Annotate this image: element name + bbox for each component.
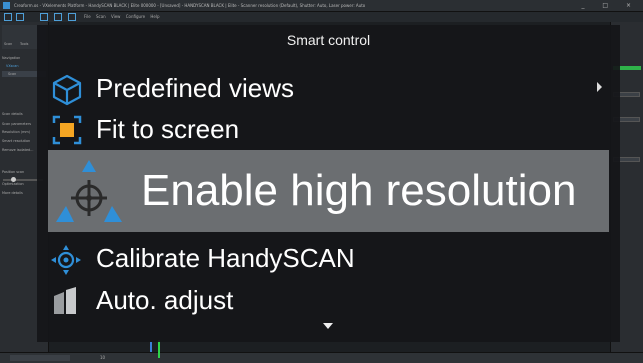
open-icon[interactable] <box>40 13 48 21</box>
navigation-label: Navigation <box>2 56 21 60</box>
window-title: Creaform.os - VXelements Platform - Hand… <box>14 3 366 8</box>
app-logo-icon <box>3 2 10 9</box>
scan-details-label: Scan details <box>2 112 23 116</box>
optimization-label: Optimization <box>2 182 24 186</box>
calibrate-icon <box>51 245 81 275</box>
predefined-views-label: Predefined views <box>96 73 294 103</box>
axis-y <box>158 340 160 358</box>
crosshair-triangle-icon <box>56 160 122 222</box>
scroll-down-icon[interactable] <box>323 323 333 329</box>
window-titlebar: Creaform.os - VXelements Platform - Hand… <box>0 0 643 12</box>
param-remove-isolated: Remove isolated... <box>2 148 34 152</box>
auto-adjust-item[interactable]: Auto. adjust <box>37 283 620 319</box>
tree-item-label: Scan <box>8 72 17 76</box>
status-field <box>10 355 70 361</box>
menu-bar[interactable]: File Scan View Configure Help <box>84 12 160 22</box>
export-icon[interactable] <box>68 13 76 21</box>
fit-to-screen-icon <box>52 115 82 145</box>
scan-parameters-label: Scan parameters <box>2 122 31 126</box>
tools-tab[interactable]: Tools <box>20 42 28 46</box>
smart-control-panel: Smart control Predefined views Fit to sc… <box>37 25 620 342</box>
fit-to-screen-label: Fit to screen <box>96 114 240 144</box>
param-resolution: Resolution (mm) <box>2 130 31 134</box>
main-toolbar: File Scan View Configure Help <box>0 12 643 22</box>
calibrate-handyscan-item[interactable]: Calibrate HandySCAN <box>37 241 620 277</box>
smart-control-title: Smart control <box>286 32 371 48</box>
cube-icon <box>52 74 82 106</box>
param-smart-resolution: Smart resolution <box>2 139 31 143</box>
position-scan-label: Position scan <box>2 170 25 174</box>
chevron-right-icon <box>597 82 602 92</box>
new-file-icon[interactable] <box>16 13 24 21</box>
window-controls[interactable]: _ □ × <box>581 0 639 11</box>
auto-adjust-label: Auto. adjust <box>96 285 234 315</box>
tree-root[interactable]: VXscan <box>6 64 19 68</box>
home-icon[interactable] <box>4 13 12 21</box>
axis-x <box>150 342 152 352</box>
more-details-label[interactable]: More details <box>2 191 23 195</box>
scan-tab[interactable]: Scan <box>4 42 12 46</box>
calibrate-handyscan-label: Calibrate HandySCAN <box>96 243 355 273</box>
predefined-views-item[interactable]: Predefined views <box>37 68 620 106</box>
save-icon[interactable] <box>54 13 62 21</box>
enable-high-resolution-label: Enable high resolution <box>141 166 577 215</box>
fit-to-screen-item[interactable]: Fit to screen <box>37 112 620 148</box>
auto-adjust-icon <box>54 287 76 314</box>
status-bar: 10 <box>0 352 643 363</box>
enable-high-resolution-item[interactable]: Enable high resolution <box>48 150 609 232</box>
